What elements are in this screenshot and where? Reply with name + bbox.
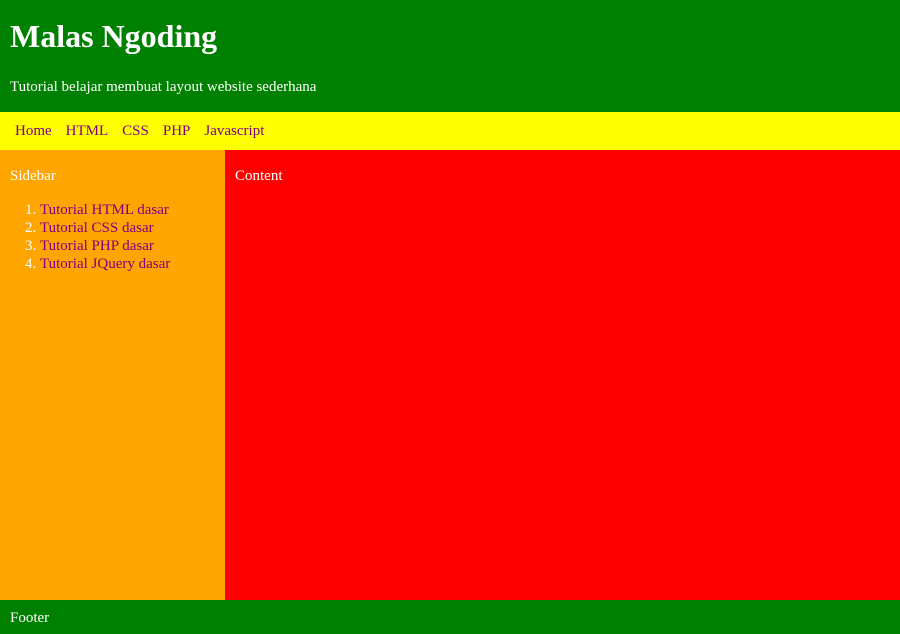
sidebar-link-html[interactable]: Tutorial HTML dasar xyxy=(40,202,169,218)
sidebar-link-php[interactable]: Tutorial PHP dasar xyxy=(40,238,154,254)
site-tagline: Tutorial belajar membuat layout website … xyxy=(10,79,317,95)
site-footer: Footer xyxy=(0,600,900,634)
list-item: Tutorial JQuery dasar xyxy=(40,255,215,273)
list-item: Tutorial PHP dasar xyxy=(40,237,215,255)
nav-link-home[interactable]: Home xyxy=(15,112,58,150)
main-area: Sidebar Tutorial HTML dasar Tutorial CSS… xyxy=(0,150,900,600)
sidebar-tutorial-list: Tutorial HTML dasar Tutorial CSS dasar T… xyxy=(10,201,215,273)
footer-text: Footer xyxy=(10,610,50,626)
sidebar: Sidebar Tutorial HTML dasar Tutorial CSS… xyxy=(0,150,225,600)
site-header: Malas Ngoding Tutorial belajar membuat l… xyxy=(0,0,900,112)
sidebar-title: Sidebar xyxy=(10,168,56,184)
page: Malas Ngoding Tutorial belajar membuat l… xyxy=(0,0,900,634)
site-title: Malas Ngoding xyxy=(10,18,218,54)
content-area: Content xyxy=(225,150,900,600)
sidebar-link-css[interactable]: Tutorial CSS dasar xyxy=(40,220,154,236)
nav-link-css[interactable]: CSS xyxy=(122,112,155,150)
main-nav: Home HTML CSS PHP Javascript xyxy=(0,112,900,150)
list-item: Tutorial CSS dasar xyxy=(40,219,215,237)
nav-link-php[interactable]: PHP xyxy=(163,112,197,150)
nav-link-html[interactable]: HTML xyxy=(66,112,115,150)
sidebar-link-jquery[interactable]: Tutorial JQuery dasar xyxy=(40,256,170,272)
content-title: Content xyxy=(235,168,283,184)
list-item: Tutorial HTML dasar xyxy=(40,201,215,219)
nav-link-javascript[interactable]: Javascript xyxy=(204,112,270,150)
